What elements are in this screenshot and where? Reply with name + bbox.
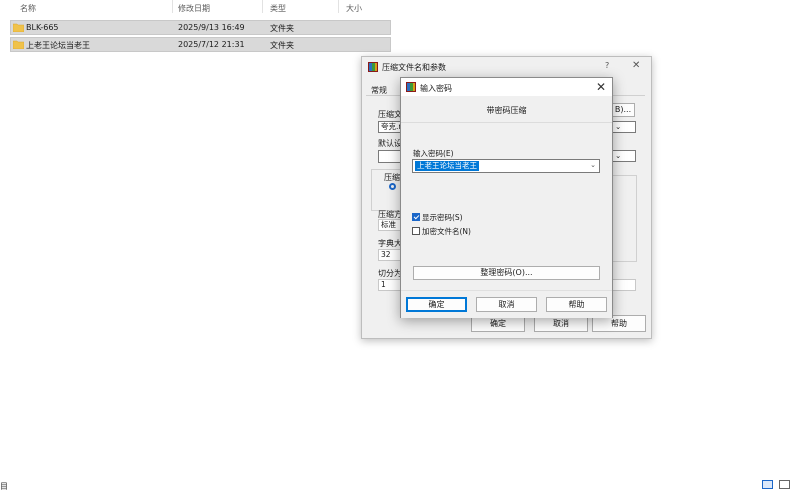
organize-passwords-button[interactable]: 整理密码(O)...: [413, 266, 600, 280]
folder-icon: [13, 23, 24, 32]
archive-name-label: 压缩文: [378, 110, 402, 119]
column-header-name[interactable]: 名称: [20, 3, 36, 14]
winrar-icon: [406, 82, 416, 92]
file-row[interactable]: 上老王论坛当老王 2025/7/12 21:31 文件夹: [10, 37, 391, 52]
file-date: 2025/7/12 21:31: [178, 40, 245, 49]
ok-button[interactable]: 确定: [406, 297, 467, 312]
default-profile-label: 默认设: [378, 139, 402, 148]
profile-button[interactable]: [378, 150, 402, 163]
help-button[interactable]: 帮助: [546, 297, 607, 312]
file-name: 上老王论坛当老王: [26, 41, 90, 50]
archive-name-dropdown[interactable]: ⌄: [612, 121, 636, 133]
password-dialog-title: 输入密码: [420, 84, 452, 93]
folder-icon: [13, 40, 24, 49]
password-value: 上老王论坛当老王: [415, 161, 479, 171]
password-input[interactable]: 上老王论坛当老王 ⌄: [412, 159, 600, 173]
column-separator[interactable]: [262, 0, 263, 13]
dialog-heading: 带密码压缩: [486, 106, 527, 115]
tiles-view-icon[interactable]: [779, 480, 790, 489]
archive-dialog-title: 压缩文件名和参数: [382, 63, 446, 72]
file-date: 2025/9/13 16:49: [178, 23, 245, 32]
column-header-date[interactable]: 修改日期: [178, 3, 210, 14]
update-mode-dropdown[interactable]: ⌄: [612, 150, 636, 162]
file-row[interactable]: BLK-665 2025/9/13 16:49 文件夹: [10, 20, 391, 35]
cancel-button[interactable]: 取消: [476, 297, 537, 312]
method-select[interactable]: 标准: [378, 219, 402, 231]
status-text: 目: [0, 482, 8, 491]
close-icon[interactable]: ✕: [632, 60, 640, 71]
dict-select[interactable]: 32: [378, 249, 402, 261]
winrar-icon: [368, 62, 378, 72]
checkbox-unchecked-icon[interactable]: [412, 227, 420, 235]
password-label: 输入密码(E): [413, 149, 454, 158]
browse-button[interactable]: B)...: [611, 103, 635, 117]
split-label: 切分为: [378, 269, 402, 278]
split-unit-dropdown[interactable]: [612, 279, 636, 291]
column-header-type[interactable]: 类型: [270, 3, 286, 14]
password-dialog: 输入密码 ✕ 带密码压缩 输入密码(E) 上老王论坛当老王 ⌄ 显示密码(S) …: [400, 77, 613, 318]
heading-divider: [401, 122, 612, 123]
encrypt-filenames-label: 加密文件名(N): [422, 227, 471, 236]
chevron-down-icon[interactable]: ⌄: [590, 161, 596, 169]
options-groupbox: [612, 175, 637, 262]
details-view-icon[interactable]: [762, 480, 773, 489]
column-separator[interactable]: [338, 0, 339, 13]
split-input[interactable]: 1: [378, 279, 402, 291]
format-radio[interactable]: [389, 183, 396, 190]
password-dialog-titlebar[interactable]: 输入密码 ✕: [401, 78, 612, 96]
file-name: BLK-665: [26, 23, 59, 32]
file-type: 文件夹: [270, 41, 294, 50]
help-icon[interactable]: ?: [605, 61, 609, 70]
show-password-label: 显示密码(S): [422, 213, 463, 222]
column-header-size[interactable]: 大小: [346, 3, 362, 14]
dict-label: 字典大: [378, 239, 402, 248]
checkbox-checked-icon[interactable]: [412, 213, 420, 221]
close-icon[interactable]: ✕: [596, 80, 606, 94]
column-separator[interactable]: [172, 0, 173, 13]
file-type: 文件夹: [270, 24, 294, 33]
